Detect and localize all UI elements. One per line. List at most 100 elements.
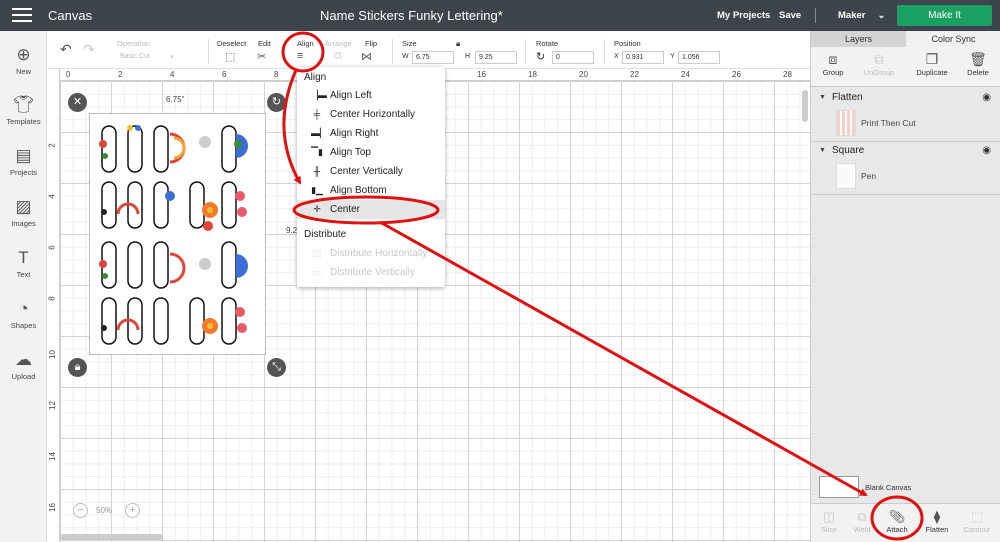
ruler-tick: 4 bbox=[170, 70, 175, 79]
rotate-handle-icon[interactable]: ↻ bbox=[267, 93, 286, 112]
hamburger-menu-icon[interactable] bbox=[12, 8, 32, 22]
group-button[interactable]: ⧈ Group bbox=[813, 50, 853, 77]
rotate-input[interactable]: 0 bbox=[552, 51, 594, 64]
sidebar-item-shapes[interactable]: ◔ Shapes bbox=[0, 299, 47, 330]
attach-button[interactable]: 📎︎ Attach bbox=[879, 508, 915, 534]
align-menu-icon[interactable]: ≡ bbox=[297, 50, 303, 62]
close-selection-icon[interactable]: ✕ bbox=[68, 93, 87, 112]
vertical-scrollbar[interactable] bbox=[802, 90, 808, 122]
ruler-tick: 18 bbox=[528, 70, 537, 79]
distribute-vertically-option[interactable]: ▭ Distribute Vertically bbox=[297, 263, 445, 282]
app-title: Canvas bbox=[48, 8, 93, 23]
contour-button[interactable]: ⬚ Contour bbox=[959, 508, 995, 534]
ruler-tick: 4 bbox=[47, 194, 57, 199]
deselect-label: Deselect bbox=[217, 39, 247, 48]
center-vertically-option[interactable]: ╫ Center Vertically bbox=[297, 162, 445, 181]
machine-select[interactable]: Maker ⌄ bbox=[838, 10, 885, 21]
x-position-input[interactable]: 0.931 bbox=[622, 51, 664, 64]
sidebar-item-text[interactable]: T Text bbox=[0, 248, 47, 279]
weld-button[interactable]: ⧉ Weld bbox=[844, 508, 880, 534]
align-bottom-icon: ▮▁ bbox=[311, 185, 323, 195]
ruler-tick: 0 bbox=[66, 70, 71, 79]
zoom-out-icon[interactable]: − bbox=[73, 503, 88, 518]
distribute-horizontally-option[interactable]: ▯▯ Distribute Horizontally bbox=[297, 244, 445, 263]
action-label: Flatten bbox=[925, 525, 949, 534]
sticker-sheet-image[interactable] bbox=[89, 113, 266, 355]
eye-icon[interactable]: ◉ bbox=[982, 142, 991, 160]
align-bottom-option[interactable]: ▮▁ Align Bottom bbox=[297, 181, 445, 200]
action-label: Weld bbox=[853, 525, 871, 534]
toolbar-separator bbox=[525, 39, 526, 64]
sidebar-item-images[interactable]: ▨ Images bbox=[0, 197, 47, 228]
lock-icon[interactable]: 🔒︎ bbox=[456, 39, 460, 49]
layer-group-flatten[interactable]: ▼ Flatten ◉ bbox=[811, 89, 1000, 107]
resize-handle-icon[interactable]: ⤡ bbox=[267, 358, 286, 377]
center-horizontally-option[interactable]: ╪ Center Horizontally bbox=[297, 105, 445, 124]
shapes-icon: ◔ bbox=[18, 299, 29, 318]
sidebar-item-projects[interactable]: ▤ Projects bbox=[0, 146, 47, 177]
size-label: Size bbox=[402, 39, 417, 48]
option-label: Align Top bbox=[330, 147, 371, 158]
sidebar-item-new[interactable]: ⊕ New bbox=[0, 45, 47, 76]
ruler-tick: 8 bbox=[274, 70, 279, 79]
deselect-icon[interactable]: ⬚ bbox=[225, 50, 235, 63]
slice-button[interactable]: ◫ Slice bbox=[811, 508, 847, 534]
contour-icon: ⬚ bbox=[970, 509, 984, 524]
layer-name: Print Then Cut bbox=[861, 118, 916, 128]
operation-label: Operation bbox=[117, 39, 150, 48]
group-name: Flatten bbox=[832, 92, 863, 103]
redo-icon[interactable]: ↷ bbox=[83, 41, 95, 58]
text-icon: T bbox=[18, 248, 29, 267]
ruler-tick: 22 bbox=[630, 70, 639, 79]
align-top-option[interactable]: ▔▮ Align Top bbox=[297, 143, 445, 162]
ruler-tick: 16 bbox=[47, 503, 57, 512]
toolbar-separator bbox=[208, 39, 209, 64]
sticker-artwork bbox=[99, 125, 248, 345]
lock-proportions-icon[interactable]: 🔒︎ bbox=[68, 358, 87, 377]
horizontal-scrollbar[interactable] bbox=[60, 534, 163, 540]
tab-layers[interactable]: Layers bbox=[811, 31, 906, 47]
caret-down-icon: ▼ bbox=[819, 94, 826, 101]
zoom-in-icon[interactable]: + bbox=[125, 503, 140, 518]
layer-thumbnail bbox=[836, 163, 856, 189]
duplicate-button[interactable]: ❐ Duplicate bbox=[912, 50, 952, 77]
option-label: Center bbox=[330, 204, 361, 215]
arrange-label: Arrange bbox=[325, 39, 352, 48]
align-right-option[interactable]: ▬▏ Align Right bbox=[297, 124, 445, 143]
toolbar-separator bbox=[604, 39, 605, 64]
operation-chevron-icon: ▾ bbox=[170, 54, 174, 61]
x-field-label: X bbox=[614, 53, 619, 60]
sidebar-item-templates[interactable]: 👕︎ Templates bbox=[0, 95, 47, 126]
undo-icon[interactable]: ↶ bbox=[60, 41, 72, 58]
ruler-tick: 20 bbox=[579, 70, 588, 79]
my-projects-link[interactable]: My Projects bbox=[717, 10, 770, 21]
save-link[interactable]: Save bbox=[779, 10, 801, 21]
y-position-input[interactable]: 1.056 bbox=[678, 51, 720, 64]
flatten-button[interactable]: ⧫ Flatten bbox=[919, 508, 955, 534]
edit-label: Edit bbox=[258, 39, 271, 48]
tab-color-sync[interactable]: Color Sync bbox=[906, 31, 1000, 47]
align-left-option[interactable]: ▕▬ Align Left bbox=[297, 86, 445, 105]
operation-select[interactable]: Basic Cut bbox=[117, 51, 177, 64]
layer-group-square[interactable]: ▼ Square ◉ bbox=[811, 142, 1000, 160]
layer-item[interactable]: Print Then Cut bbox=[811, 108, 1000, 140]
arrange-icon[interactable]: ⧉ bbox=[334, 50, 342, 63]
weld-icon: ⧉ bbox=[857, 509, 867, 524]
panel-divider bbox=[811, 194, 1000, 195]
make-it-button[interactable]: Make It bbox=[897, 5, 992, 26]
height-input[interactable]: 9.25 bbox=[475, 51, 517, 64]
group-name: Square bbox=[832, 145, 865, 156]
document-title: Name Stickers Funky Lettering* bbox=[320, 8, 503, 23]
eye-icon[interactable]: ◉ bbox=[982, 89, 991, 107]
upload-cloud-icon: ☁ bbox=[15, 350, 32, 369]
flip-icon[interactable]: ⋈ bbox=[361, 50, 372, 63]
edit-tools-icon[interactable]: ✂ bbox=[257, 50, 266, 63]
layer-item[interactable]: Pen bbox=[811, 161, 1000, 193]
y-field-label: Y bbox=[670, 53, 675, 60]
delete-button[interactable]: 🗑︎ Delete bbox=[958, 50, 998, 77]
blank-canvas-thumbnail[interactable] bbox=[819, 476, 859, 498]
ungroup-button[interactable]: ⧉ UnGroup bbox=[859, 50, 899, 77]
center-option[interactable]: ✛ Center bbox=[297, 200, 445, 219]
width-input[interactable]: 6.75 bbox=[412, 51, 454, 64]
sidebar-item-upload[interactable]: ☁ Upload bbox=[0, 350, 47, 381]
